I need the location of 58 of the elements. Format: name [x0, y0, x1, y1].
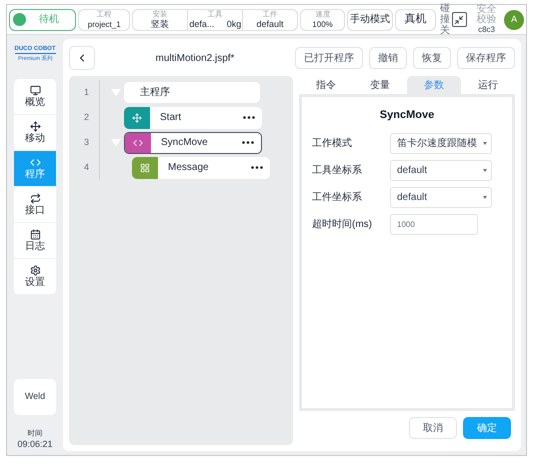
more-icon[interactable] — [251, 166, 263, 169]
code-icon — [133, 138, 143, 148]
program-title: multiMotion2.jspf* — [154, 52, 236, 66]
more-icon[interactable] — [243, 116, 255, 119]
header-button[interactable]: 恢复 — [413, 47, 451, 69]
mode-button[interactable]: 真机 — [394, 8, 436, 30]
panel-tab[interactable]: 变量 — [353, 76, 407, 94]
panel-tab[interactable]: 运行 — [461, 76, 515, 94]
field-value: 0kg — [226, 20, 242, 29]
field-value: defa... — [190, 20, 215, 29]
dropdown-caret-icon — [483, 168, 487, 172]
nav-item[interactable]: 设置 — [14, 259, 56, 295]
dropdown-caret-icon — [483, 142, 487, 144]
nav-item[interactable]: 接口 — [14, 187, 56, 223]
code-icon — [30, 157, 40, 168]
mode-button[interactable]: 手动模式 — [347, 8, 393, 30]
program-node[interactable]: Message — [132, 156, 270, 178]
move-arrows-icon — [132, 112, 142, 122]
collision-status: 碰撞关 — [440, 3, 450, 36]
more-icon[interactable] — [242, 141, 254, 144]
field-label: 工件坐标系 — [312, 190, 363, 204]
line-number: 4 — [82, 160, 89, 174]
field-label: 工作模式 — [312, 136, 353, 150]
safety-value: c8c3 — [478, 25, 495, 34]
dropdown-caret-icon — [483, 196, 487, 198]
settings-icon — [30, 265, 40, 276]
field-label: 工具坐标系 — [312, 164, 363, 178]
program-node[interactable]: Start — [124, 106, 262, 128]
cancel-button[interactable]: 取消 — [409, 417, 457, 439]
monitor-icon — [30, 85, 40, 96]
status-label: 待机 — [38, 12, 60, 27]
dropdown-field[interactable]: default — [390, 160, 492, 180]
repeat-icon — [30, 193, 40, 204]
dropdown-field[interactable]: default — [390, 186, 492, 208]
params-title: SyncMove — [378, 108, 436, 123]
grid-icon — [140, 162, 150, 172]
program-node[interactable]: 主程序 — [124, 82, 260, 103]
line-number: 2 — [82, 110, 89, 124]
header-button[interactable]: 撤销 — [369, 47, 407, 69]
field-label: 超时时间(ms) — [312, 218, 373, 232]
nav-item[interactable]: 概览 — [14, 79, 56, 115]
program-node[interactable]: SyncMove — [124, 132, 262, 154]
header-button[interactable]: 保存程序 — [457, 47, 515, 69]
dropdown-field[interactable]: 笛卡尔速度跟随模 — [390, 132, 492, 154]
field-value: 竖装 — [151, 20, 170, 29]
panel-tab[interactable]: 指令 — [299, 76, 353, 94]
safety-label: 安全校验 — [476, 5, 498, 25]
time-value: 09:06:21 — [17, 439, 53, 449]
nav-item[interactable]: 日志 — [14, 223, 56, 259]
header-button[interactable]: 已打开程序 — [295, 47, 363, 69]
timeout-input[interactable]: 1000 — [390, 214, 478, 234]
weld-button[interactable]: Weld — [14, 379, 56, 415]
move-arrows-icon — [30, 121, 40, 132]
calendar-icon — [30, 229, 40, 240]
line-number: 1 — [82, 86, 89, 99]
field-value: default — [256, 20, 284, 29]
line-number: 3 — [82, 136, 89, 149]
fullscreen-exit-icon[interactable] — [452, 12, 467, 27]
